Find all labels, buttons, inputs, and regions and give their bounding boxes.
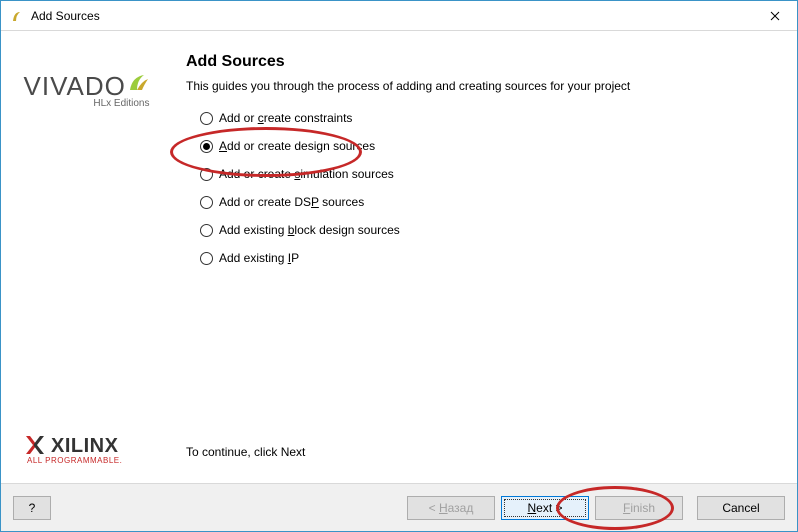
finish-button[interactable]: Finish [595,496,683,520]
option-block-design[interactable]: Add existing block design sources [200,223,777,237]
option-label: Add or create constraints [219,111,352,125]
titlebar: Add Sources [1,1,797,31]
option-dsp-sources[interactable]: Add or create DSP sources [200,195,777,209]
dialog-body: VIVADO HLx Editions XILINX ALL PROGRAMMA… [1,31,797,483]
main-panel: Add Sources This guides you through the … [176,31,797,483]
vivado-logo: VIVADO HLx Editions [24,71,164,109]
radio-icon [200,140,213,153]
sidebar: VIVADO HLx Editions XILINX ALL PROGRAMMA… [1,31,176,483]
vivado-wordmark: VIVADO [24,71,126,101]
continue-hint: To continue, click Next [186,445,777,459]
radio-icon [200,224,213,237]
help-button[interactable]: ? [13,496,51,520]
option-label: Add or create simulation sources [219,167,394,181]
xilinx-tagline: ALL PROGRAMMABLE [27,456,120,465]
option-label: Add or create design sources [219,139,375,153]
radio-icon [200,112,213,125]
xilinx-wordmark: XILINX [51,435,118,458]
cancel-button[interactable]: Cancel [697,496,785,520]
button-bar: ? < Назад Next > Finish Cancel [1,483,797,531]
radio-icon [200,252,213,265]
dialog-window: Add Sources VIVADO HLx Editions [0,0,798,532]
close-button[interactable] [752,1,797,30]
option-design-sources[interactable]: Add or create design sources [200,139,777,153]
radio-icon [200,196,213,209]
window-title: Add Sources [31,9,100,23]
page-heading: Add Sources [186,53,777,71]
option-constraints[interactable]: Add or create constraints [200,111,777,125]
option-existing-ip[interactable]: Add existing IP [200,251,777,265]
xilinx-logo: XILINX ALL PROGRAMMABLE. [25,435,122,465]
radio-group: Add or create constraints Add or create … [200,111,777,265]
option-label: Add existing block design sources [219,223,400,237]
option-simulation-sources[interactable]: Add or create simulation sources [200,167,777,181]
app-icon [9,8,25,24]
option-label: Add or create DSP sources [219,195,364,209]
option-label: Add existing IP [219,251,299,265]
leaf-icon [128,71,150,96]
next-button[interactable]: Next > [501,496,589,520]
page-subtitle: This guides you through the process of a… [186,79,777,93]
xilinx-mark-icon [25,435,45,458]
back-button[interactable]: < Назад [407,496,495,520]
radio-icon [200,168,213,181]
